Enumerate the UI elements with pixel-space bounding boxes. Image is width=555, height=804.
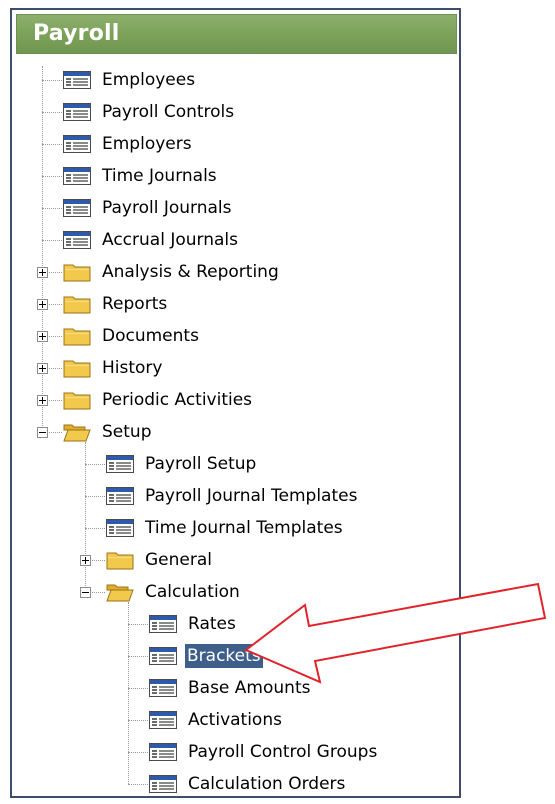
red-arrow-annotation	[244, 582, 547, 684]
